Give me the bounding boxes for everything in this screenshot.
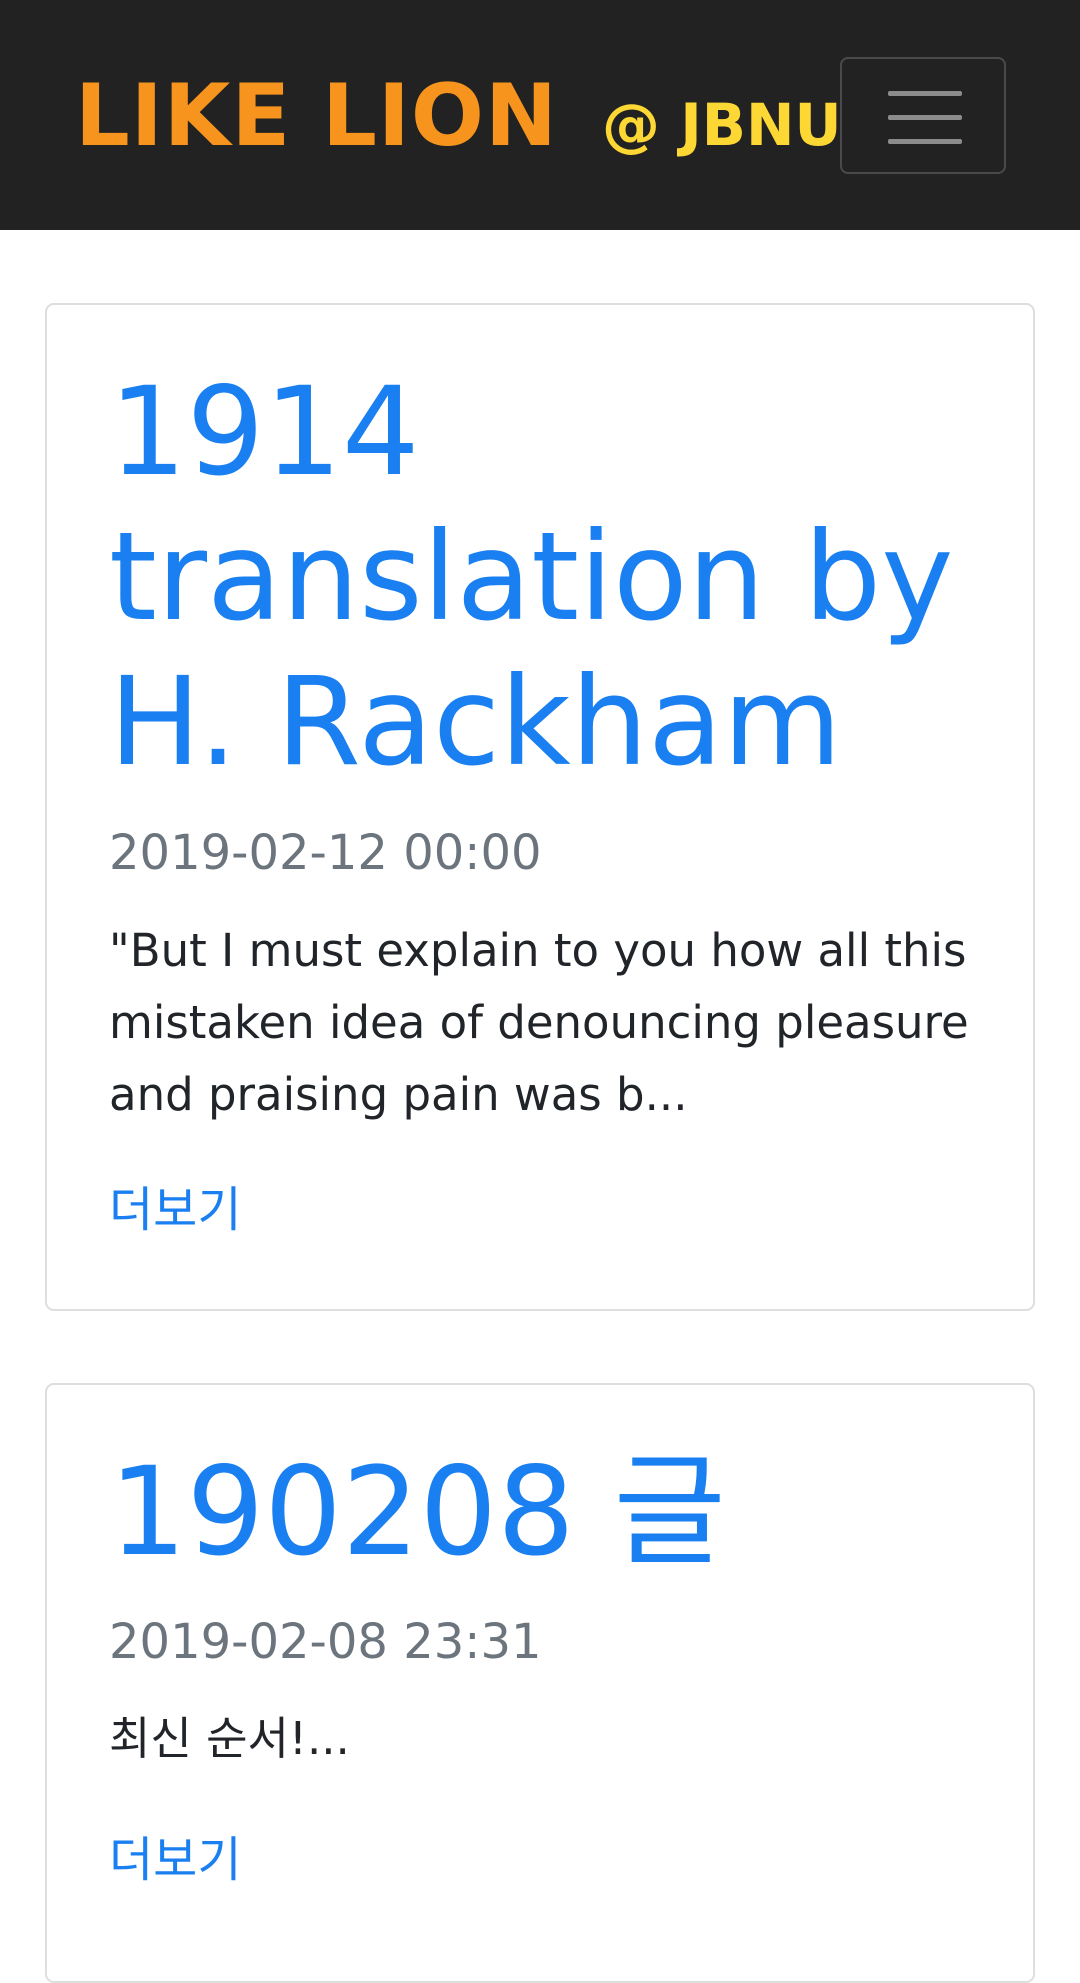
- navbar: LIKE LION @ JBNU: [0, 0, 1080, 230]
- post-title[interactable]: 190208 글: [109, 1440, 969, 1585]
- post-card: 190208 글 2019-02-08 23:31 최신 순서!... 더보기: [45, 1383, 1035, 1983]
- post-card: 1914 translation by H. Rackham 2019-02-1…: [45, 303, 1035, 1311]
- post-excerpt: 최신 순서!...: [109, 1712, 350, 1765]
- post-title[interactable]: 1914 translation by H. Rackham: [109, 360, 969, 795]
- brand-logo[interactable]: LIKE LION @ JBNU: [75, 66, 842, 166]
- post-date: 2019-02-08 23:31: [109, 1614, 542, 1670]
- menu-toggle-button[interactable]: [840, 57, 1006, 174]
- post-excerpt: "But I must explain to you how all this …: [109, 924, 969, 1121]
- brand-title: LIKE LION: [75, 66, 559, 166]
- read-more-link[interactable]: 더보기: [109, 1830, 241, 1890]
- post-date: 2019-02-12 00:00: [109, 825, 542, 881]
- read-more-link[interactable]: 더보기: [109, 1180, 241, 1240]
- brand-subtitle: @ JBNU: [602, 91, 842, 159]
